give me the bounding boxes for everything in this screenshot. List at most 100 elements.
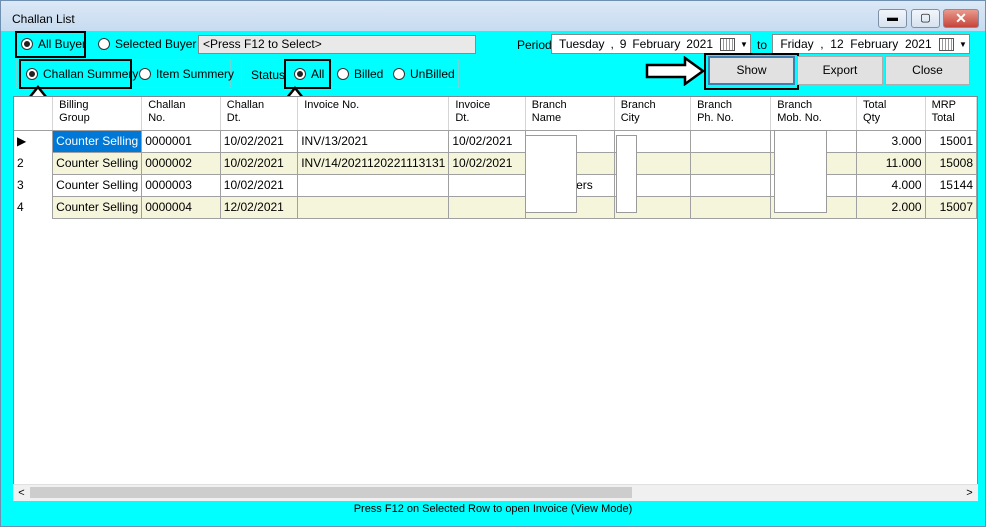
cell-challan-dt[interactable]: 10/02/2021 (219, 129, 299, 153)
redacted-branch-name (525, 135, 577, 213)
from-month: February (632, 37, 681, 51)
col-mrp-total[interactable]: MRP Total (925, 97, 977, 131)
close-icon: ✕ (955, 10, 967, 26)
cell-mrp-total[interactable]: 15008 (924, 151, 977, 175)
cell-billing-group[interactable]: Counter Selling (52, 151, 143, 175)
row-header[interactable]: 4 (14, 196, 54, 218)
challan-summary-radio[interactable]: Challan Summery (26, 64, 138, 84)
item-summary-radio[interactable]: Item Summery (139, 64, 234, 84)
status-unbilled-radio[interactable]: UnBilled (393, 64, 455, 84)
row-header[interactable]: 3 (14, 174, 54, 196)
col-branch-name[interactable]: Branch Name (525, 97, 615, 131)
cell-challan-no[interactable]: 0000001 (141, 129, 221, 153)
col-total-qty[interactable]: Total Qty (856, 97, 926, 131)
table-row[interactable]: ▶ Counter Selling 0000001 10/02/2021 INV… (14, 129, 977, 153)
cell-billing-group[interactable]: Counter Selling (52, 173, 143, 197)
cell-branch-ph[interactable] (690, 173, 772, 197)
to-date-picker[interactable]: Friday , 12 February 2021 ▼ (772, 34, 970, 54)
selected-buyer-radio[interactable]: Selected Buyer (98, 34, 196, 54)
maximize-button[interactable]: ▢ (911, 9, 940, 28)
redacted-branch-city (616, 135, 637, 213)
calendar-icon[interactable] (939, 37, 954, 51)
cell-challan-dt[interactable]: 12/02/2021 (219, 195, 299, 219)
cell-invoice-dt[interactable] (448, 173, 526, 197)
arrow-right-icon (645, 56, 706, 86)
row-header[interactable]: ▶ (14, 130, 54, 152)
cell-mrp-total[interactable]: 15144 (924, 173, 977, 197)
cell-total-qty[interactable]: 4.000 (856, 173, 926, 197)
challan-grid: Billing Group Challan No. Challan Dt. In… (13, 96, 978, 501)
cell-total-qty[interactable]: 2.000 (856, 195, 926, 219)
cell-challan-no[interactable]: 0000003 (141, 173, 221, 197)
scroll-left-icon[interactable]: < (13, 485, 30, 501)
show-button[interactable]: Show (708, 56, 795, 85)
radio-dot (294, 68, 306, 80)
row-header[interactable]: 2 (14, 152, 54, 174)
radio-dot (139, 68, 151, 80)
status-billed-label: Billed (354, 67, 384, 81)
col-challan-dt[interactable]: Challan Dt. (220, 97, 299, 131)
buyer-picker-field[interactable]: <Press F12 to Select> (198, 35, 476, 54)
to-year: 2021 (904, 37, 932, 51)
cell-invoice-dt[interactable] (448, 195, 526, 219)
calendar-icon[interactable] (720, 37, 735, 51)
from-sep: , (610, 37, 614, 51)
export-button[interactable]: Export (797, 56, 883, 85)
cell-invoice-no[interactable]: INV/13/2021 (297, 129, 450, 153)
title-bar: Challan List ▬ ▢ ✕ (1, 1, 985, 31)
selected-buyer-label: Selected Buyer (115, 37, 197, 51)
cell-mrp-total[interactable]: 15001 (924, 129, 977, 153)
chevron-down-icon[interactable]: ▼ (957, 40, 969, 49)
cell-total-qty[interactable]: 3.000 (856, 129, 926, 153)
col-challan-no[interactable]: Challan No. (141, 97, 221, 131)
cell-invoice-no[interactable] (297, 195, 450, 219)
minimize-button[interactable]: ▬ (878, 9, 907, 28)
status-bar-text: Press F12 on Selected Row to open Invoic… (353, 503, 633, 515)
to-weekday: Friday (780, 37, 814, 51)
cell-branch-ph[interactable] (690, 129, 772, 153)
scroll-thumb[interactable] (30, 487, 632, 498)
scroll-right-icon[interactable]: > (961, 485, 978, 501)
col-branch-mob[interactable]: Branch Mob. No. (770, 97, 858, 131)
cell-billing-group[interactable]: Counter Selling (52, 195, 143, 219)
status-billed-radio[interactable]: Billed (337, 64, 383, 84)
horizontal-scrollbar[interactable]: < > (13, 484, 978, 501)
status-all-radio[interactable]: All (294, 64, 324, 84)
from-date-picker[interactable]: Tuesday , 9 February 2021 ▼ (551, 34, 751, 54)
challan-table: Billing Group Challan No. Challan Dt. In… (14, 97, 977, 219)
to-day: 12 (830, 37, 844, 51)
col-invoice-no[interactable]: Invoice No. (297, 97, 450, 131)
from-day: 9 (619, 37, 627, 51)
status-unbilled-label: UnBilled (410, 67, 455, 81)
col-billing-group[interactable]: Billing Group (52, 97, 143, 131)
to-sep: , (820, 37, 824, 51)
all-buyer-radio[interactable]: All Buyer (21, 34, 86, 54)
col-branch-ph[interactable]: Branch Ph. No. (690, 97, 772, 131)
table-row[interactable]: 3 Counter Selling 0000003 10/02/2021 R F… (14, 173, 977, 197)
cell-challan-dt[interactable]: 10/02/2021 (219, 173, 299, 197)
table-row[interactable]: 4 Counter Selling 0000004 12/02/2021 S P… (14, 195, 977, 219)
cell-branch-ph[interactable] (690, 151, 772, 175)
cell-invoice-no[interactable]: INV/14/2021120221113131 (297, 151, 450, 175)
header-row: Billing Group Challan No. Challan Dt. In… (14, 97, 977, 131)
cell-branch-ph[interactable] (690, 195, 772, 219)
cell-invoice-dt[interactable]: 10/02/2021 (448, 151, 526, 175)
cell-billing-group[interactable]: Counter Selling (52, 129, 143, 153)
item-summary-label: Item Summery (156, 67, 235, 81)
cell-invoice-dt[interactable]: 10/02/2021 (448, 129, 526, 153)
chevron-down-icon[interactable]: ▼ (738, 40, 750, 49)
col-invoice-dt[interactable]: Invoice Dt. (448, 97, 526, 131)
close-button[interactable]: Close (885, 56, 970, 85)
close-window-button[interactable]: ✕ (943, 9, 979, 28)
cell-challan-dt[interactable]: 10/02/2021 (219, 151, 299, 175)
cell-challan-no[interactable]: 0000002 (141, 151, 221, 175)
cell-challan-no[interactable]: 0000004 (141, 195, 221, 219)
cell-invoice-no[interactable] (297, 173, 450, 197)
challan-summary-label: Challan Summery (43, 67, 139, 81)
cell-mrp-total[interactable]: 15007 (924, 195, 977, 219)
table-row[interactable]: 2 Counter Selling 0000002 10/02/2021 INV… (14, 151, 977, 175)
minimize-icon: ▬ (887, 12, 898, 24)
radio-dot (98, 38, 110, 50)
cell-total-qty[interactable]: 11.000 (856, 151, 926, 175)
col-branch-city[interactable]: Branch City (614, 97, 692, 131)
